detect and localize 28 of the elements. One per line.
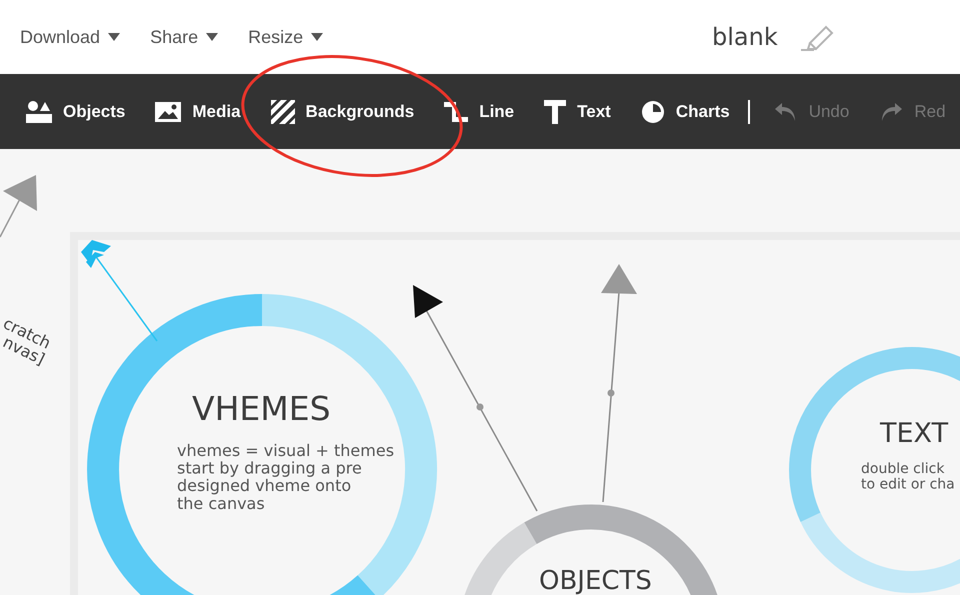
caret-icon [206,33,218,41]
toolbar-button[interactable]: Objects [26,100,126,124]
toolbar-button[interactable]: Charts [640,100,730,124]
pencil-icon[interactable] [800,23,836,51]
circle-title: OBJECTS [539,566,652,595]
circle-title: VHEMES [192,389,331,428]
dropdown-menu[interactable]: Download [20,26,120,48]
line-tool-icon [444,100,468,124]
arrow [0,175,37,238]
pie-chart-icon [640,100,665,124]
toolbar-button[interactable]: Line [444,100,514,124]
circle-description: double click to edit or cha [861,461,955,492]
undo-icon [774,100,798,122]
image-icon [155,102,182,122]
dropdown-menu[interactable]: Share [150,26,218,48]
caret-icon [311,33,324,41]
document-title: blank [712,23,778,51]
toolbar-button[interactable]: Media [155,102,241,122]
text-icon [544,100,566,124]
caret-icon [108,33,120,41]
dropdown-menu[interactable]: Resize [248,26,324,48]
shapes-icon [26,100,52,124]
redo-icon [879,100,904,122]
circle-description: vhemes = visual + themes start by dragging a pre designed vheme onto the canvas [177,441,394,513]
circle-title: TEXT [880,418,948,449]
toolbar-button[interactable]: Text [544,100,611,124]
stripes-icon [270,100,295,124]
toolbar-button[interactable]: Backgrounds [270,100,414,124]
